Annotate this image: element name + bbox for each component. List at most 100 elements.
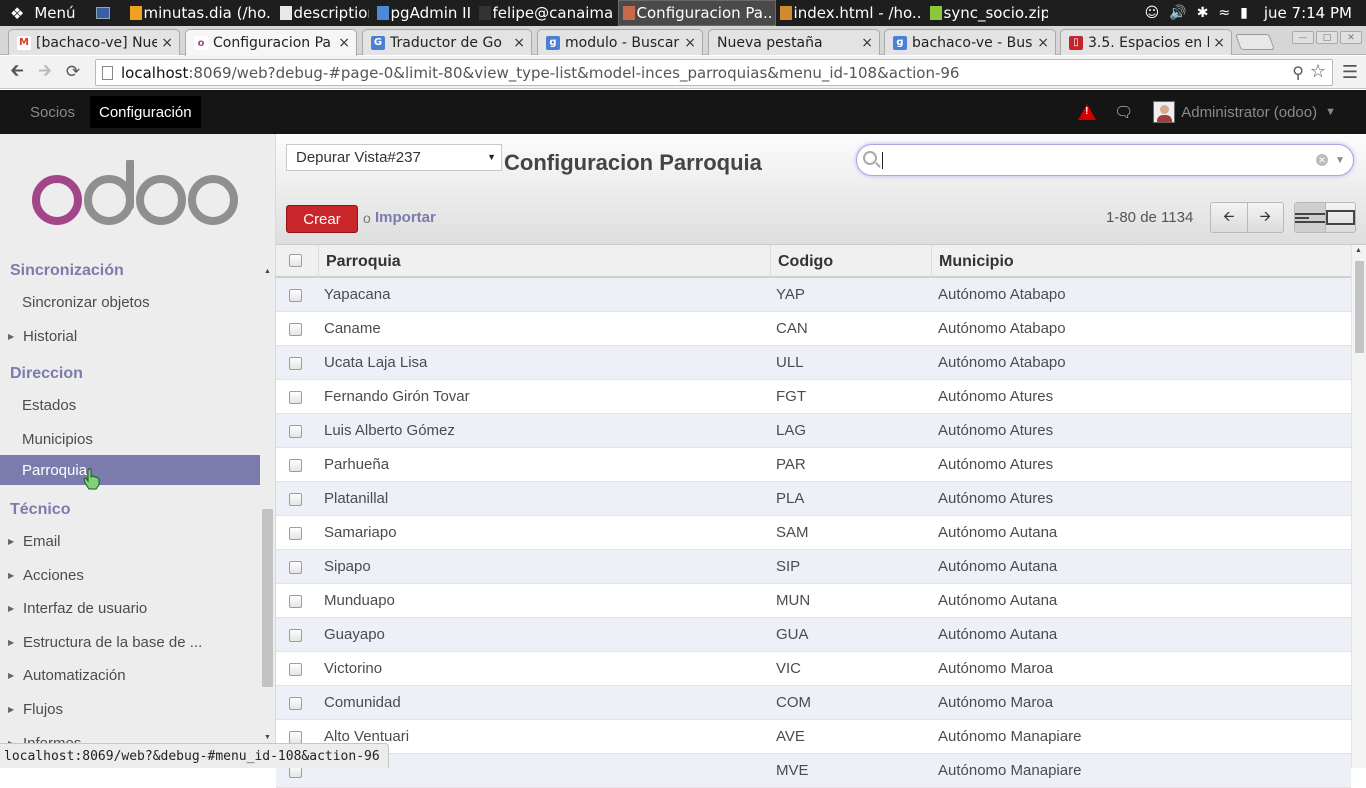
row-checkbox[interactable] [289,357,302,370]
browser-tab[interactable]: g bachaco-ve - Bus × [884,29,1056,55]
sidebar-item-parroquia[interactable]: Parroquia [0,455,260,485]
taskbar-task[interactable]: felipe@canaima-... [475,0,618,26]
clear-search-icon[interactable]: ✕ [1316,154,1328,166]
taskbar-task[interactable]: minutas.dia (/ho... [126,0,276,26]
top-menu-configuracion[interactable]: Configuración [90,96,201,128]
sidebar-item-historial[interactable]: ▶ Historial [0,321,260,351]
row-checkbox[interactable] [289,493,302,506]
browser-tab[interactable]: Nueva pestaña × [708,29,880,55]
table-row[interactable]: Samariapo SAM Autónomo Autana [276,516,1351,550]
close-tab-icon[interactable]: × [684,35,696,51]
zoom-icon[interactable]: ⚲ [1292,63,1304,82]
wifi-icon[interactable]: ≈ [1218,5,1230,21]
browser-tab[interactable]: M [bachaco-ve] Nue × [8,29,180,55]
top-menu-socios[interactable]: Socios [21,96,84,128]
taskbar-task[interactable]: description [276,0,373,26]
url-bar[interactable]: localhost:8069/web?debug-#page-0&limit-8… [95,59,1333,86]
table-scrollbar[interactable]: ▲ [1351,245,1366,768]
column-header-codigo[interactable]: Codigo [770,245,931,278]
table-row[interactable]: Victorino VIC Autónomo Maroa [276,652,1351,686]
sidebar-item-flujos[interactable]: ▶ Flujos [0,694,260,724]
close-tab-icon[interactable]: × [161,35,173,51]
warning-icon[interactable] [1078,104,1097,120]
close-tab-icon[interactable]: × [1213,35,1225,51]
show-desktop-icon[interactable] [95,7,110,19]
sidebar-item-sincronizar-objetos[interactable]: Sincronizar objetos [0,287,260,317]
pager-next-icon[interactable]: 🡪 [1248,203,1284,232]
create-button[interactable]: Crear [286,205,358,233]
sidebar-item-interfaz-de-usuario[interactable]: ▶ Interfaz de usuario [0,593,260,623]
pager-value[interactable]: 1-80 de 1134 [1106,209,1193,226]
sidebar-item-email[interactable]: ▶ Email [0,526,260,556]
row-checkbox[interactable] [289,391,302,404]
column-header-municipio[interactable]: Municipio [931,245,1351,278]
close-tab-icon[interactable]: × [338,35,350,51]
table-row[interactable]: Parhueña PAR Autónomo Atures [276,448,1351,482]
list-view-button[interactable] [1295,203,1326,232]
volume-icon[interactable]: 🔊 [1169,5,1186,21]
table-row[interactable]: Sipapo SIP Autónomo Autana [276,550,1351,584]
table-row[interactable]: Luis Alberto Gómez LAG Autónomo Atures [276,414,1351,448]
row-checkbox[interactable] [289,595,302,608]
table-row[interactable]: Ucata Laja Lisa ULL Autónomo Atabapo [276,346,1351,380]
table-row[interactable]: Fernando Girón Tovar FGT Autónomo Atures [276,380,1351,414]
reload-icon[interactable]: ⟳ [59,62,87,82]
table-row[interactable]: Comunidad COM Autónomo Maroa [276,686,1351,720]
table-row[interactable]: Munduapo MUN Autónomo Autana [276,584,1351,618]
column-header-parroquia[interactable]: Parroquia [318,245,770,278]
taskbar-task[interactable]: index.html - /ho... [776,0,926,26]
bookmark-star-icon[interactable]: ☆ [1310,61,1326,82]
row-checkbox[interactable] [289,323,302,336]
table-row[interactable]: MVE Autónomo Manapiare [276,754,1351,788]
chat-icon[interactable]: 🗨 [1114,103,1133,121]
new-tab-button[interactable] [1235,34,1275,50]
back-icon[interactable]: 🡰 [3,58,31,87]
table-row[interactable]: Platanillal PLA Autónomo Atures [276,482,1351,516]
sidebar-item-acciones[interactable]: ▶ Acciones [0,560,260,590]
accessibility-icon[interactable]: ☺ [1145,5,1160,21]
browser-tab[interactable]: ▯ 3.5. Espacios en b × [1060,29,1232,55]
scroll-down-icon[interactable]: ▼ [264,734,271,741]
search-input[interactable]: ✕ ▼ [856,144,1354,176]
chevron-down-icon[interactable]: ▼ [1325,106,1336,118]
start-menu-button[interactable]: ❖ Menú [0,0,86,26]
clock[interactable]: jue 7:14 PM [1264,4,1352,22]
user-name[interactable]: Administrator (odoo) [1181,104,1317,121]
table-scrollbar-thumb[interactable] [1355,261,1364,353]
search-options-dropdown-icon[interactable]: ▼ [1335,155,1345,166]
row-checkbox[interactable] [289,459,302,472]
scroll-up-icon[interactable]: ▲ [1355,247,1362,254]
browser-tab[interactable]: G Traductor de Go × [362,29,532,55]
avatar[interactable] [1153,101,1176,123]
sidebar-item-municipios[interactable]: Municipios [0,424,260,454]
sidebar-scrollbar-thumb[interactable] [262,509,273,687]
table-row[interactable]: Yapacana YAP Autónomo Atabapo [276,278,1351,312]
sidebar-item-estructura-bd[interactable]: ▶ Estructura de la base de ... [0,627,260,657]
close-window-icon[interactable]: ✕ [1340,31,1362,44]
taskbar-task[interactable]: sync_socio.zip [926,0,1052,26]
row-checkbox[interactable] [289,289,302,302]
maximize-icon[interactable]: □ [1316,31,1338,44]
sidebar-item-automatizacion[interactable]: ▶ Automatización [0,660,260,690]
row-checkbox[interactable] [289,527,302,540]
taskbar-task[interactable]: Configuracion Pa... [617,0,776,26]
browser-tab[interactable]: g modulo - Buscar × [537,29,703,55]
odoo-logo[interactable] [32,160,240,230]
table-row[interactable]: Alto Ventuari AVE Autónomo Manapiare [276,720,1351,754]
row-checkbox[interactable] [289,425,302,438]
form-view-button[interactable] [1325,203,1355,232]
row-checkbox[interactable] [289,663,302,676]
table-row[interactable]: Guayapo GUA Autónomo Autana [276,618,1351,652]
browser-tab[interactable]: o Configuracion Pa × [185,29,357,56]
row-checkbox[interactable] [289,629,302,642]
sidebar-scrollbar[interactable]: ▲ ▼ [262,264,273,764]
row-checkbox[interactable] [289,561,302,574]
scroll-up-icon[interactable]: ▲ [264,268,271,275]
table-row[interactable]: Caname CAN Autónomo Atabapo [276,312,1351,346]
select-all-checkbox[interactable] [289,254,302,267]
close-tab-icon[interactable]: × [513,35,525,51]
debug-view-select[interactable]: Depurar Vista#237 ▼ [286,144,502,171]
minimize-icon[interactable]: — [1292,31,1314,44]
taskbar-task[interactable]: pgAdmin III [373,0,475,26]
sidebar-item-estados[interactable]: Estados [0,390,260,420]
